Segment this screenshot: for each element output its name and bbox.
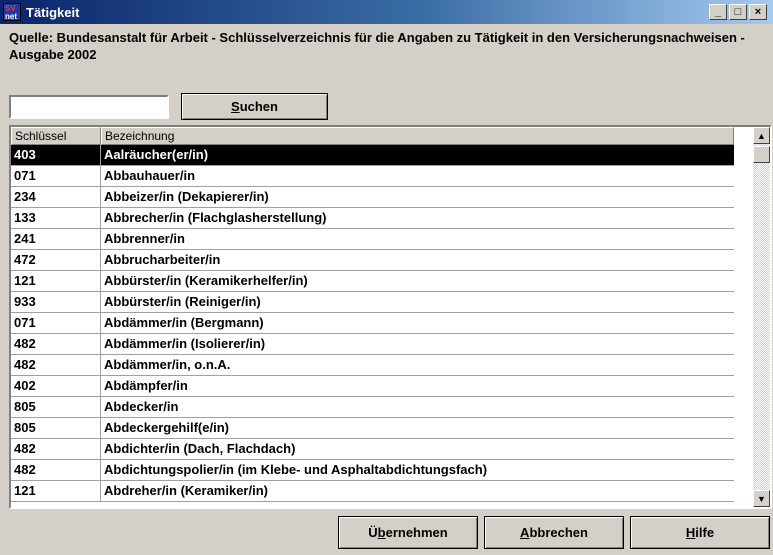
hilfe-button[interactable]: Hilfe	[630, 516, 770, 549]
row-key-cell: 121	[11, 271, 101, 291]
table-row[interactable]: 805 Abdeckergehilf(e/in)	[11, 418, 734, 439]
row-name-cell: Aalräucher(er/in)	[104, 147, 209, 162]
row-name-cell: Abdämmer/in, o.n.A.	[104, 357, 231, 372]
uebernehmen-button[interactable]: Üb ernehmen	[338, 516, 478, 549]
row-key-cell: 071	[11, 166, 101, 186]
table-row[interactable]: 482 Abdichtungspolier/in (im Klebe- und A…	[11, 460, 734, 481]
row-key-cell: 241	[11, 229, 101, 249]
table-row[interactable]: 402 Abdämpfer/in	[11, 376, 734, 397]
table-row[interactable]: 482 Abdichter/in (Dach, Flachdach)	[11, 439, 734, 460]
cancel-label-rest: bbrechen	[529, 525, 588, 540]
close-icon: ×	[754, 6, 762, 18]
search-button[interactable]: Suchen	[181, 93, 328, 120]
row-name-cell: Abdichtungspolier/in (im Klebe- und Asph…	[104, 462, 488, 477]
row-key-cell: 933	[11, 292, 101, 312]
taetigkeit-dialog: SV net Tätigkeit _ □ × Quelle: Bundesans…	[0, 0, 773, 555]
table-row[interactable]: 133 Abbrecher/in (Flachglasherstellung)	[11, 208, 734, 229]
abbrechen-button[interactable]: Abbrechen	[484, 516, 624, 549]
arrow-down-icon: ▼	[757, 493, 766, 504]
help-label-mnemonic: H	[685, 525, 696, 540]
row-name-cell: Abdämmer/in (Isolierer/in)	[104, 336, 266, 351]
row-name-cell: Abdecker/in	[104, 399, 179, 414]
column-header-name[interactable]: Bezeichnung	[101, 127, 734, 145]
scroll-up-button[interactable]: ▲	[753, 127, 770, 144]
column-header-key[interactable]: Schlüssel	[11, 127, 101, 145]
search-button-mnemonic: S	[231, 99, 240, 114]
row-key-cell: 482	[11, 460, 101, 480]
title-bar[interactable]: SV net Tätigkeit _ □ ×	[0, 0, 773, 24]
ok-label-rest: ernehmen	[385, 525, 448, 540]
search-input[interactable]	[9, 95, 169, 119]
svnet-app-icon: SV net	[3, 3, 21, 21]
row-key-cell: 071	[11, 313, 101, 333]
table-row[interactable]: 071 Abdämmer/in (Bergmann)	[11, 313, 734, 334]
ok-label-pre: Ü	[368, 525, 378, 540]
scroll-down-button[interactable]: ▼	[753, 490, 770, 507]
arrow-up-icon: ▲	[757, 130, 766, 141]
table-row[interactable]: 121 Abdreher/in (Keramiker/in)	[11, 481, 734, 502]
scroll-thumb[interactable]	[753, 146, 770, 163]
row-key-cell: 805	[11, 418, 101, 438]
window-controls: _ □ ×	[709, 4, 767, 20]
table-row[interactable]: 121 Abbürster/in (Keramikerhelfer/in)	[11, 271, 734, 292]
minimize-icon: _	[714, 6, 722, 18]
close-button[interactable]: ×	[749, 4, 767, 20]
row-key-cell: 121	[11, 481, 101, 501]
table-row[interactable]: 071 Abbauhauer/in	[11, 166, 734, 187]
window-title: Tätigkeit	[26, 4, 80, 20]
help-label-rest: ilfe	[695, 525, 715, 540]
row-key-cell: 482	[11, 355, 101, 375]
row-key-cell: 402	[11, 376, 101, 396]
row-key-cell: 234	[11, 187, 101, 207]
activity-table[interactable]: Schlüssel Bezeichnung 403 Aalräucher(er/i…	[9, 125, 772, 509]
table-row[interactable]: 403 Aalräucher(er/in)	[11, 145, 734, 166]
row-name-cell: Abdämpfer/in	[104, 378, 188, 393]
maximize-button[interactable]: □	[729, 4, 747, 20]
row-name-cell: Abbauhauer/in	[104, 168, 196, 183]
row-name-cell: Abbrucharbeiter/in	[104, 252, 221, 267]
table-row[interactable]: 933 Abbürster/in (Reiniger/in)	[11, 292, 734, 313]
table-row[interactable]: 482 Abdämmer/in (Isolierer/in)	[11, 334, 734, 355]
row-name-cell: Abdeckergehilf(e/in)	[104, 420, 229, 435]
vertical-scrollbar[interactable]: ▲ ▼	[753, 127, 770, 507]
row-key-cell: 472	[11, 250, 101, 270]
table-body: 403 Aalräucher(er/in) 071 Abbauhauer/in 234 A…	[11, 145, 734, 502]
app-icon-text-bottom: net	[5, 12, 17, 21]
table-row[interactable]: 241 Abbrenner/in	[11, 229, 734, 250]
table-header: Schlüssel Bezeichnung	[11, 127, 734, 145]
row-key-cell: 482	[11, 334, 101, 354]
minimize-button[interactable]: _	[709, 4, 727, 20]
table-row[interactable]: 234 Abbeizer/in (Dekapierer/in)	[11, 187, 734, 208]
row-name-cell: Abbrenner/in	[104, 231, 185, 246]
maximize-icon: □	[734, 6, 742, 18]
row-key-cell: 805	[11, 397, 101, 417]
source-description: Quelle: Bundesanstalt für Arbeit - Schlü…	[9, 30, 745, 62]
row-name-cell: Abdreher/in (Keramiker/in)	[104, 483, 268, 498]
row-name-cell: Abdämmer/in (Bergmann)	[104, 315, 264, 330]
search-button-label: uchen	[239, 99, 278, 114]
row-name-cell: Abbürster/in (Reiniger/in)	[104, 294, 261, 309]
row-name-cell: Abbrecher/in (Flachglasherstellung)	[104, 210, 327, 225]
row-key-cell: 403	[11, 145, 101, 165]
table-row[interactable]: 472 Abbrucharbeiter/in	[11, 250, 734, 271]
ok-label-mnemonic: b	[377, 525, 386, 540]
row-key-cell: 482	[11, 439, 101, 459]
row-key-cell: 133	[11, 208, 101, 228]
row-name-cell: Abbeizer/in (Dekapierer/in)	[104, 189, 269, 204]
cancel-label-mnemonic: A	[520, 525, 530, 540]
table-row[interactable]: 482 Abdämmer/in, o.n.A.	[11, 355, 734, 376]
table-row[interactable]: 805 Abdecker/in	[11, 397, 734, 418]
row-name-cell: Abbürster/in (Keramikerhelfer/in)	[104, 273, 308, 288]
row-name-cell: Abdichter/in (Dach, Flachdach)	[104, 441, 296, 456]
